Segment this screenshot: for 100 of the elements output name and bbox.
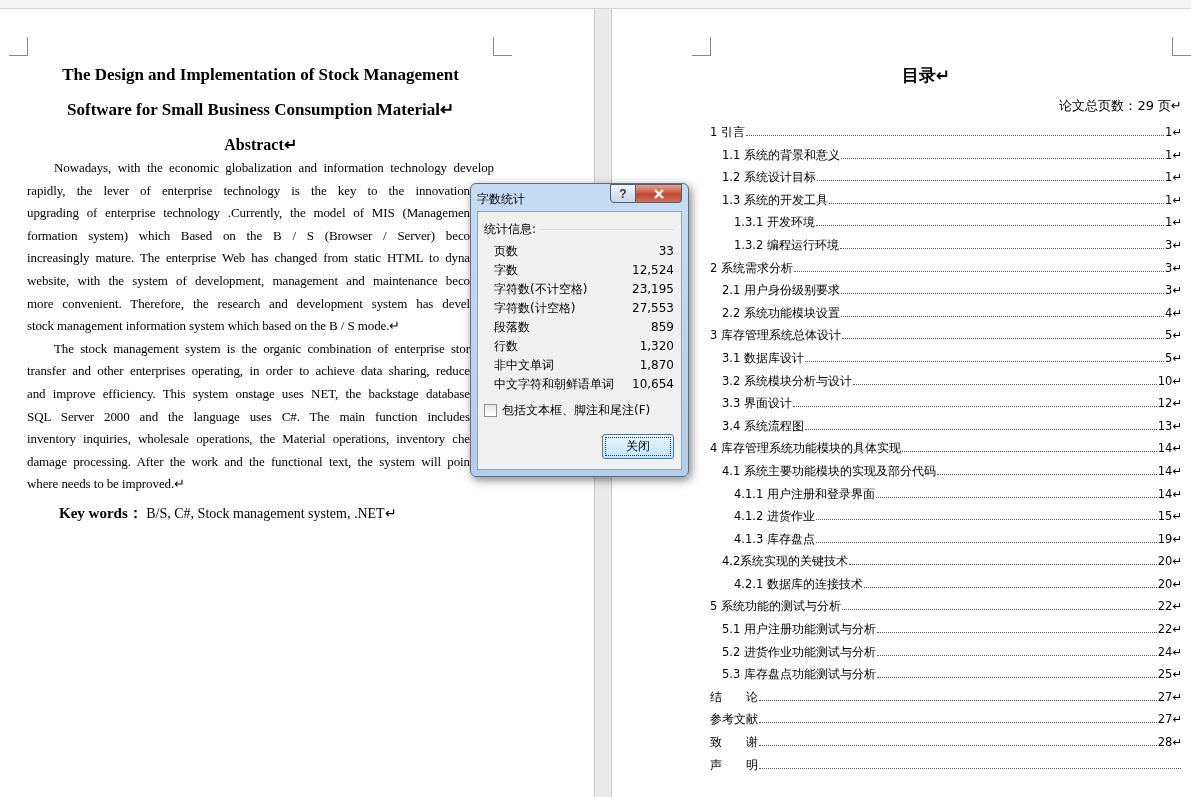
- body-text-line: website, with the system of development, management and maintenance beco: [27, 271, 470, 290]
- body-text-line: increasingly mature. The enterprise Web has changed from static HTML to dyna: [27, 249, 470, 268]
- toc-entry: 5.2 进货作业功能测试与分析: [722, 643, 876, 661]
- toc-entry: 致 谢: [710, 734, 758, 752]
- toc-entry: 4.1 系统主要功能模块的实现及部分代码: [722, 462, 936, 480]
- body-text-line: Nowadays, with the economic globalization and information technology develop: [53, 159, 494, 177]
- abstract-heading: Abstract↵: [223, 135, 298, 155]
- group-label: 统计信息:: [484, 221, 537, 238]
- toc-entry: 3.2 系统模块分析与设计: [722, 372, 852, 390]
- page-number: 22↵: [1157, 621, 1182, 639]
- toc-entry: 声 明: [710, 756, 758, 774]
- toc-entry: 4.1.1 用户注册和登录界面: [734, 485, 875, 503]
- body-text-line: stock management information system which based on the B / S mode.↵: [27, 317, 402, 336]
- toc-entry: 结 论: [710, 688, 758, 706]
- stat-value: 10,654: [632, 376, 674, 393]
- close-button[interactable]: [636, 184, 682, 203]
- toc-entry: 2.2 系统功能模块设置: [722, 304, 840, 322]
- corner-mark: [493, 37, 512, 56]
- page-number: 20↵: [1157, 575, 1182, 593]
- page-number: 4↵: [1165, 304, 1182, 322]
- page-number: 25↵: [1157, 666, 1182, 684]
- page-number: 1↵: [1165, 124, 1182, 141]
- corner-mark: [692, 37, 711, 56]
- stat-value: 859: [651, 319, 674, 336]
- page-number: 1↵: [1165, 169, 1182, 187]
- page-number: 5↵: [1165, 327, 1182, 345]
- stat-label: 字符数(计空格): [494, 300, 576, 317]
- page-number: 20↵: [1157, 553, 1182, 571]
- stat-value: 27,553: [632, 300, 674, 317]
- toc-entry: 5.1 用户注册功能测试与分析: [722, 621, 876, 639]
- stat-value: 23,195: [632, 281, 674, 298]
- page-number: 12↵: [1157, 395, 1182, 413]
- page-number: 19↵: [1157, 530, 1182, 548]
- page-number: 10↵: [1157, 372, 1182, 390]
- page-number: 3↵: [1165, 259, 1182, 277]
- page-number: 27↵: [1157, 688, 1182, 706]
- stat-value: 33: [658, 243, 674, 260]
- body-text-line: where needs to be improved.↵: [27, 475, 186, 494]
- toc-entry: 4.2.1 数据库的连接技术: [734, 575, 863, 593]
- page-number: 14↵: [1157, 440, 1182, 458]
- toc-entry: 2.1 用户身份级别要求: [722, 282, 840, 300]
- keywords-line: Key words： B/S, C#, Stock management system, .NET↵: [59, 503, 398, 523]
- page-number: 1↵: [1165, 191, 1182, 209]
- page-number: 3↵: [1165, 282, 1182, 300]
- body-text-line: damage processing. After the work and the functional text, the system will poin: [27, 452, 470, 471]
- page-number: 13↵: [1157, 417, 1182, 435]
- document-title: The Design and Implementation of Stock Management: [61, 64, 460, 86]
- page-number: 5↵: [1165, 349, 1182, 367]
- toc-entry: 3 库存管理系统总体设计: [710, 327, 841, 345]
- stat-label: 段落数: [494, 319, 530, 336]
- page-number: 27↵: [1157, 711, 1182, 729]
- page-number: 28↵: [1157, 734, 1182, 752]
- toc-entry: 参考文献: [710, 711, 758, 729]
- body-text-line: inventory inquiries, wholesale operations, the Material operations, inventory che: [27, 430, 470, 449]
- stat-value: 12,524: [632, 262, 674, 279]
- document-title: Software for Small Business Consumption Material↵: [66, 99, 455, 121]
- checkbox-label: 包括文本框、脚注和尾注(F): [502, 402, 651, 419]
- page-number: 1↵: [1165, 146, 1182, 164]
- toc-entry: 2 系统需求分析: [710, 259, 793, 277]
- body-text-line: The stock management system is the organic combination of enterprise stor: [53, 339, 470, 358]
- stat-label: 字符数(不计空格): [494, 281, 588, 298]
- stat-label: 中文字符和朝鲜语单词: [494, 376, 614, 393]
- toc-entry: 3.4 系统流程图: [722, 417, 804, 435]
- body-text-line: transfer and other enterprises operating, in order to achieve data sharing, reduce: [27, 362, 470, 381]
- toc-entry: 1.3.2 编程运行环境: [734, 236, 839, 254]
- stat-label: 页数: [494, 243, 518, 260]
- toc-entry: 4.1.3 库存盘点: [734, 530, 815, 548]
- close-dialog-button[interactable]: 关闭: [602, 434, 674, 459]
- toc-entry: 1.1 系统的背景和意义: [722, 146, 840, 164]
- page-number: 24↵: [1157, 643, 1182, 661]
- stat-label: 非中文单词: [494, 357, 554, 374]
- page-number: 1↵: [1165, 214, 1182, 232]
- body-text-line: SQL Server 2000 and the language uses C#. The main function includes: [27, 407, 470, 426]
- corner-mark: [1172, 37, 1191, 56]
- body-text-line: and improve efficiency. This system onstage uses NET, the backstage database: [27, 384, 470, 403]
- body-text-line: formation system) which Based on the B / S (Browser / Server) beco: [27, 226, 470, 245]
- toc-entry: 5 系统功能的测试与分析: [710, 598, 841, 616]
- toc-entry: 4.2系统实现的关键技术: [722, 553, 849, 571]
- toc-entry: 1.2 系统设计目标: [722, 169, 816, 187]
- toc-entry: 3.1 数据库设计: [722, 349, 804, 367]
- toc-entry: 4.1.2 进货作业: [734, 508, 815, 526]
- body-text-line: more convenient. Therefore, the research and development system has devel: [27, 294, 470, 313]
- toc-entry: 5.3 库存盘点功能测试与分析: [722, 666, 876, 684]
- stat-value: 1,320: [639, 338, 674, 355]
- body-text-line: rapidly, the lever of enterprise technology is the key to the innovation: [27, 181, 470, 200]
- page-number: 22↵: [1157, 598, 1182, 616]
- total-pages-text: 论文总页数：29 页↵: [1058, 97, 1182, 115]
- corner-mark: [9, 37, 28, 56]
- help-button[interactable]: ?: [610, 184, 636, 203]
- toc-title: 目录↵: [900, 64, 952, 87]
- page-number: 14↵: [1157, 485, 1182, 503]
- body-text-line: upgrading of enterprise technology .Currently, the model of MIS (Managemen: [27, 204, 470, 223]
- page-number: 14↵: [1157, 462, 1182, 480]
- stat-value: 1,870: [639, 357, 674, 374]
- stat-label: 行数: [494, 338, 518, 355]
- stat-label: 字数: [494, 262, 518, 279]
- checkbox[interactable]: [484, 404, 497, 417]
- close-icon: [652, 188, 665, 199]
- toc-entry: 1.3 系统的开发工具: [722, 191, 828, 209]
- page-number: 15↵: [1157, 508, 1182, 526]
